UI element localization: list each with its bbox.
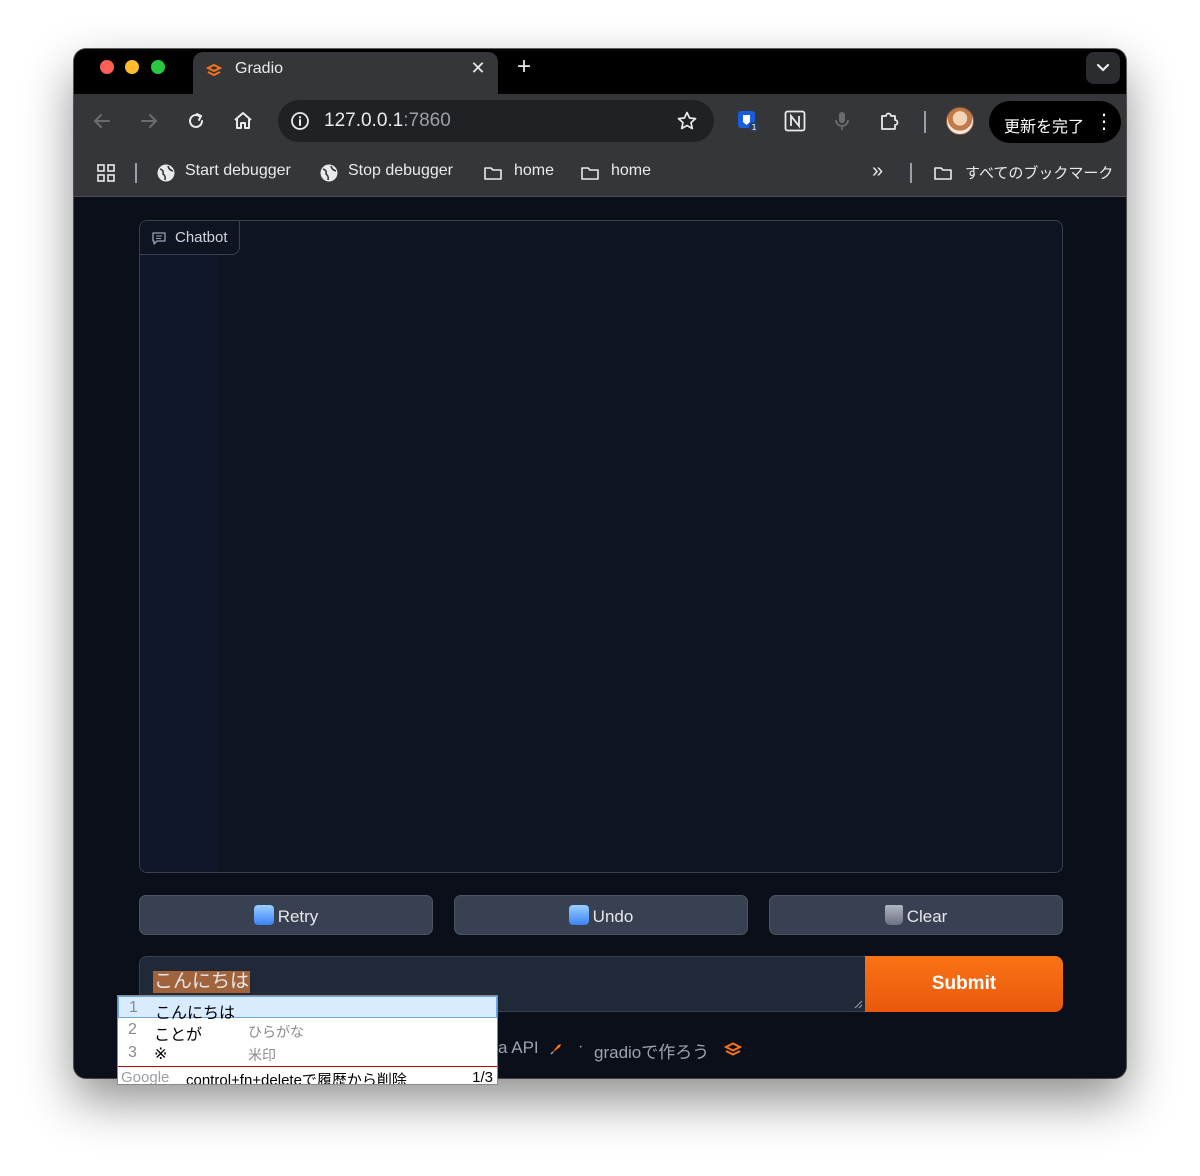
ime-candidate-window: 1 こんにちは 2 ことが ひらがな 3 ※ 米印 Google control… — [117, 995, 498, 1085]
bookmark-home-1[interactable]: home — [514, 162, 554, 180]
retry-label: Retry — [277, 907, 319, 926]
gradio-logo-icon — [724, 1042, 742, 1056]
browser-window: Gradio ✕ + 127.0.0.1:7860 1 更新を完了 ⋮ Star… — [74, 49, 1126, 1078]
ime-footer: Google control+fn+deleteで履歴から削除 1/3 — [118, 1066, 497, 1085]
close-tab-icon[interactable]: ✕ — [468, 58, 488, 79]
bookmarks-divider — [910, 163, 912, 183]
chevron-down-icon — [1096, 63, 1110, 72]
ime-composing-text: こんにちは — [153, 971, 251, 993]
forward-arrow-icon[interactable] — [136, 108, 162, 134]
footer-built-with-link[interactable]: gradioで作ろう — [594, 1038, 709, 1063]
gradio-logo-icon — [205, 63, 223, 77]
bookmark-star-icon[interactable] — [676, 110, 698, 132]
ime-page-indicator: 1/3 — [472, 1069, 493, 1085]
chat-bubble-icon — [152, 232, 166, 245]
rocket-icon — [550, 1044, 561, 1055]
minimize-window-button[interactable] — [125, 60, 139, 74]
tab-search-button[interactable] — [1086, 52, 1120, 84]
undo-button-content: Undo — [455, 905, 747, 927]
tab-gradio[interactable]: Gradio ✕ — [193, 52, 498, 94]
ime-candidate-number: 1 — [129, 999, 138, 1016]
bookmarks-overflow-icon[interactable]: » — [872, 160, 883, 183]
retry-button[interactable]: Retry — [139, 895, 433, 935]
bookmark-stop-debugger[interactable]: Stop debugger — [348, 162, 453, 180]
tab-title: Gradio — [235, 60, 284, 77]
chatbot-label-badge: Chatbot — [140, 221, 240, 255]
ime-hint: control+fn+deleteで履歴から削除 — [186, 1072, 407, 1085]
globe-icon — [157, 164, 175, 182]
update-complete-button[interactable]: 更新を完了 ⋮ — [989, 101, 1121, 143]
site-info-icon[interactable] — [290, 111, 310, 131]
footer-api-link[interactable]: a API — [498, 1038, 539, 1058]
microphone-icon[interactable] — [830, 109, 854, 133]
submit-label: Submit — [931, 973, 997, 994]
ime-candidate-number: 3 — [128, 1044, 137, 1061]
undo-label: Undo — [592, 907, 634, 926]
folder-icon — [581, 167, 599, 180]
folder-icon — [934, 167, 952, 180]
trash-icon — [884, 905, 903, 925]
ime-candidate-note: ひらがな — [248, 1024, 304, 1040]
bookmark-start-debugger[interactable]: Start debugger — [185, 162, 291, 180]
ime-candidate-1[interactable]: 1 こんにちは — [118, 996, 497, 1022]
new-tab-button[interactable]: + — [512, 53, 536, 81]
url-host: 127.0.0.1 — [324, 110, 404, 131]
bitwarden-icon[interactable]: 1 — [736, 109, 760, 133]
clear-button-content: Clear — [770, 905, 1062, 927]
clear-label: Clear — [906, 907, 948, 926]
undo-icon — [568, 905, 589, 925]
url-port: :7860 — [403, 110, 451, 131]
maximize-window-button[interactable] — [151, 60, 165, 74]
chatbot-panel[interactable]: Chatbot — [139, 220, 1063, 873]
footer-separator: · — [578, 1038, 584, 1055]
home-icon[interactable] — [230, 108, 256, 134]
update-complete-label: 更新を完了 — [1004, 119, 1085, 136]
ime-candidate-note: 米印 — [248, 1047, 276, 1063]
chatbot-label: Chatbot — [175, 229, 228, 246]
toolbar-divider — [924, 111, 926, 133]
ime-provider: Google — [121, 1069, 170, 1085]
folder-icon — [484, 167, 502, 180]
reload-icon[interactable] — [183, 108, 209, 134]
ime-candidate-text: ※ — [154, 1046, 168, 1063]
back-arrow-icon[interactable] — [89, 108, 115, 134]
retry-button-content: Retry — [140, 905, 432, 927]
puzzle-extensions-icon[interactable] — [877, 109, 901, 133]
close-window-button[interactable] — [100, 60, 114, 74]
undo-button[interactable]: Undo — [454, 895, 748, 935]
address-bar[interactable]: 127.0.0.1:7860 — [278, 100, 714, 142]
url-text: 127.0.0.1:7860 — [324, 110, 451, 132]
chatbot-gutter — [140, 221, 218, 872]
submit-button[interactable]: Submit — [865, 956, 1063, 1012]
all-bookmarks[interactable]: すべてのブックマーク — [965, 162, 1113, 183]
more-menu-icon[interactable]: ⋮ — [1094, 109, 1114, 134]
browser-toolbar: 127.0.0.1:7860 1 更新を完了 ⋮ — [74, 94, 1126, 149]
gradio-page: Chatbot Retry Undo Clear こんにちは Submit a … — [74, 198, 1126, 1078]
globe-icon — [320, 164, 338, 182]
bookmark-home-2[interactable]: home — [611, 162, 651, 180]
bookmarks-divider — [135, 163, 137, 183]
apps-grid-icon[interactable] — [96, 163, 116, 183]
ime-candidate-number: 2 — [128, 1021, 137, 1038]
ime-candidate-2[interactable]: 2 ことが ひらがな — [118, 1019, 497, 1044]
tab-strip: Gradio ✕ + — [74, 49, 1126, 94]
bookmarks-bar: Start debugger Stop debugger home home »… — [74, 149, 1126, 197]
profile-avatar[interactable] — [946, 107, 974, 135]
ime-candidate-3[interactable]: 3 ※ 米印 — [118, 1042, 497, 1064]
clear-button[interactable]: Clear — [769, 895, 1063, 935]
retry-icon — [253, 905, 274, 925]
notion-icon[interactable] — [783, 109, 807, 133]
extension-badge-count: 1 — [751, 123, 756, 132]
resize-handle-icon[interactable] — [853, 999, 863, 1009]
